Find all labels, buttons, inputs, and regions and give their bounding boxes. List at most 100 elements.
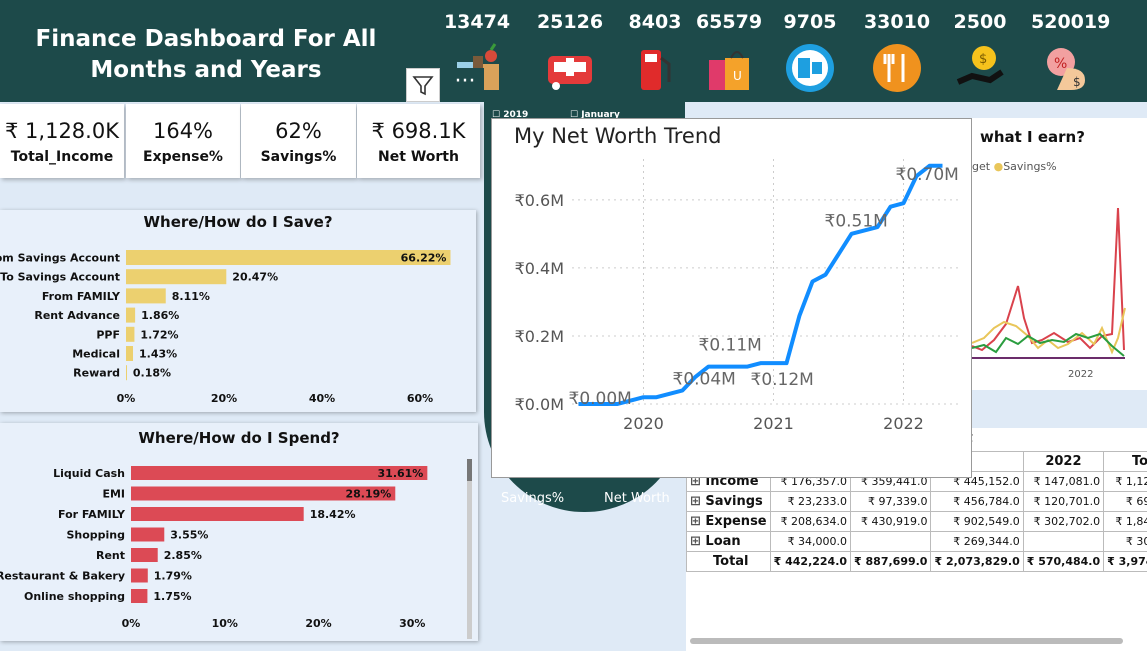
- row-header: ⊞ Savings: [686, 491, 771, 512]
- category-donation: 2500 $: [944, 10, 1016, 94]
- bar-data-label: 1.75%: [153, 590, 191, 603]
- fuel-pump-icon: [641, 50, 671, 90]
- bar[interactable]: [126, 346, 134, 361]
- filter-icon: [412, 76, 434, 96]
- dashboard-title: Finance Dashboard For All Months and Yea…: [35, 26, 377, 83]
- kpi-label: Expense%: [143, 149, 223, 165]
- cell-text: ₹ 34,000.0: [787, 535, 848, 548]
- cell-text: ₹ 1,128,031.0: [1115, 475, 1147, 488]
- bar-data-label: 1.43%: [139, 348, 177, 361]
- spend-scrollbar[interactable]: [467, 459, 472, 639]
- net-worth-chart-panel: My Net Worth Trend ₹0.0M ₹0.2M ₹0.4M ₹0.6M 20…: [491, 118, 972, 478]
- cell-text: ₹ 208,634.0: [780, 515, 848, 528]
- mobile-recharge-icon: [786, 44, 834, 92]
- category-value: 33010: [863, 11, 931, 33]
- bar-category-label: Medical: [72, 348, 120, 361]
- cell-text: ₹ 430,919.0: [860, 515, 928, 528]
- table-cell: [1022, 531, 1105, 552]
- filter-button[interactable]: [406, 68, 440, 102]
- bar[interactable]: [131, 589, 148, 603]
- y-tick-label: ₹0.4M: [515, 259, 564, 278]
- x-tick-label: 2021: [753, 414, 794, 433]
- save-chart-panel: Where/How do I Save? From Savings Accoun…: [0, 210, 476, 412]
- kpi-card-expense-: 164% Expense%: [126, 104, 240, 178]
- net-worth-data-label: ₹0.12M: [751, 370, 814, 390]
- donation-icon: $: [956, 46, 1004, 85]
- expand-icon[interactable]: ⊞: [690, 494, 705, 509]
- cell-text: ₹ 269,344.0: [953, 535, 1020, 548]
- x-tick-label: 20%: [211, 392, 237, 405]
- bar[interactable]: [126, 269, 227, 285]
- cell-text: ₹ 120,701.0: [1033, 495, 1101, 508]
- table-cell: ₹ 570,484.0: [1022, 551, 1105, 572]
- table-row: ⊞ Loan ₹ 34,000.0 ₹ 269,344.0 ₹ 303,344.0: [686, 531, 1147, 552]
- cell-text: ₹ 2,073,829.0: [934, 555, 1020, 568]
- bar-data-label: 3.55%: [170, 529, 208, 542]
- bar[interactable]: [126, 288, 166, 304]
- kpi-card-savings-: 62% Savings%: [241, 104, 356, 178]
- table-cell: ₹ 303,344.0: [1103, 531, 1147, 552]
- net-worth-data-label: ₹0.70M: [896, 165, 959, 185]
- bar[interactable]: [126, 307, 136, 323]
- cell-text: ₹ 698,057.0: [1125, 495, 1147, 508]
- svg-text:$: $: [979, 52, 987, 67]
- bar-data-label: 2.85%: [164, 549, 202, 562]
- bar-data-label: 1.72%: [140, 328, 178, 341]
- bar[interactable]: [131, 548, 158, 562]
- table-cell: ₹ 698,057.0: [1103, 491, 1147, 512]
- svg-text:U: U: [733, 69, 742, 83]
- cell-text: Loan: [705, 534, 741, 549]
- category-fuel-pump: 8403: [619, 10, 691, 94]
- bar-category-label: Liquid Cash: [53, 467, 125, 480]
- matrix-header-cell: 2022: [1022, 451, 1105, 472]
- category-value: 8403: [628, 11, 682, 33]
- expand-icon[interactable]: ⊞: [690, 534, 705, 549]
- bar[interactable]: [131, 507, 304, 521]
- category-value: 520019: [1031, 11, 1111, 33]
- kpi-card-net-worth: ₹ 698.1K Net Worth: [357, 104, 480, 178]
- savings-percent-label: Savings%: [501, 491, 565, 506]
- expand-icon[interactable]: ⊞: [690, 514, 705, 529]
- net-worth-series-line[interactable]: [578, 163, 943, 406]
- bar[interactable]: [126, 365, 127, 381]
- table-cell: ₹ 120,701.0: [1022, 491, 1105, 512]
- row-header: ⊞ Loan: [686, 531, 771, 552]
- cell-text: ₹ 456,784.0: [953, 495, 1020, 508]
- net-worth-chart-title: My Net Worth Trend: [514, 124, 721, 148]
- bar[interactable]: [131, 527, 165, 542]
- table-cell: ₹ 1,844,804.0: [1103, 511, 1147, 532]
- save-bar-chart: From Savings Account 66.22% To Savings Acc…: [0, 250, 451, 405]
- bar-data-label: 20.47%: [232, 271, 278, 284]
- category-shopping-bag: 65579 U: [693, 10, 765, 94]
- bar[interactable]: [126, 326, 135, 342]
- bar-data-label: 8.11%: [172, 290, 210, 303]
- bar-category-label: Online shopping: [24, 590, 125, 603]
- spend-bar-chart: Liquid Cash 31.61% EMI 28.19% For FAMILY 18.4…: [0, 466, 428, 630]
- bar-data-label: 1.86%: [141, 309, 179, 322]
- kpi-value: ₹ 698.1K: [371, 119, 466, 143]
- kpi-value: ₹ 1,128.0K: [5, 119, 119, 143]
- x-tick-label: 10%: [212, 617, 238, 630]
- earn-line-chart: 2022: [972, 207, 1126, 380]
- kpi-value: 164%: [152, 119, 214, 143]
- more-options-button[interactable]: ···: [446, 68, 484, 102]
- spend-scrollbar-thumb[interactable]: [467, 459, 472, 481]
- matrix-scrollbar[interactable]: [690, 638, 1123, 644]
- bar-category-label: EMI: [102, 488, 125, 501]
- bar-data-label: 1.79%: [154, 570, 192, 583]
- bar-data-label: 31.61%: [378, 467, 424, 480]
- category-mobile-recharge: 9705: [774, 10, 846, 94]
- earn-series-yellow: [972, 307, 1126, 355]
- x-tick-label: 20%: [305, 617, 331, 630]
- table-cell: ₹ 208,634.0: [769, 511, 852, 532]
- bar-category-label: From FAMILY: [42, 290, 121, 303]
- kpi-label: Net Worth: [378, 149, 459, 165]
- x-tick-label: 60%: [407, 392, 433, 405]
- category-value: 65579: [695, 11, 763, 33]
- shopping-bag-icon: U: [709, 51, 749, 90]
- cell-text: Expense: [705, 514, 767, 529]
- svg-text:%: %: [1054, 56, 1067, 72]
- table-cell: ₹ 147,081.0: [1022, 471, 1105, 492]
- bar[interactable]: [131, 568, 148, 583]
- category-value: 25126: [536, 11, 604, 33]
